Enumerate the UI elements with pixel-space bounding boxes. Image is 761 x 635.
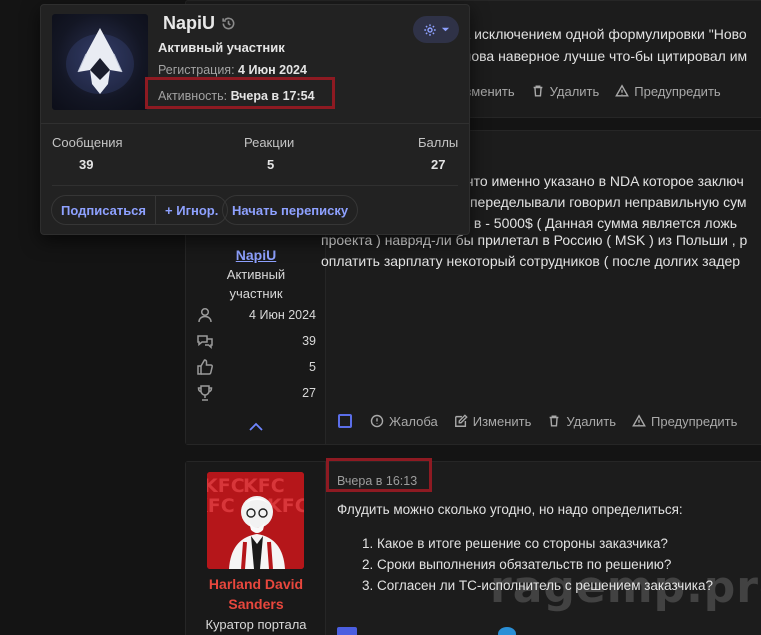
points-count: 27 — [302, 386, 316, 400]
edit-label: Изменить — [472, 413, 532, 429]
activity-label: Активность: — [158, 89, 228, 103]
delete-label: Удалить — [549, 83, 600, 99]
trash-icon — [533, 85, 543, 97]
thumbs-up-icon — [197, 359, 213, 375]
avatar-kfc-text-1: KFC — [207, 475, 245, 497]
report-label: Жалоба — [389, 413, 438, 429]
report-icon — [370, 414, 384, 428]
activity-value: Вчера в 17:54 — [230, 89, 315, 103]
history-icon — [222, 17, 235, 30]
avatar-kfc-text-2: KFC — [243, 475, 285, 497]
post-3-intro: Флудить можно сколько угодно, но надо оп… — [337, 502, 683, 517]
comments-icon — [197, 335, 213, 350]
user-icon — [198, 307, 212, 323]
warning-icon — [615, 84, 630, 97]
post-1-line-1: за исключением одной формулировки "Ново — [456, 26, 747, 42]
user-profile-popup: NapiU Активный участник Регистрация: 4 И… — [40, 4, 470, 235]
post-2-actions: Жалоба Изменить Удалить Предупредить — [338, 411, 753, 431]
post-2-report-button[interactable]: Жалоба — [370, 414, 438, 429]
post-2-delete-button[interactable]: Удалить — [547, 414, 616, 429]
stat-messages: 39 — [196, 331, 316, 351]
popup-reactions-label: Реакции — [244, 135, 295, 150]
forum-thread-page: за исключением одной формулировки "Ново … — [0, 0, 761, 635]
gear-icon — [423, 23, 436, 36]
post-2-user-title-1: Активный — [226, 267, 286, 282]
stat-reactions: 5 — [196, 357, 316, 377]
warning-icon — [632, 414, 646, 427]
post-2-line-1: т что именно указано в NDA которое заклю… — [456, 173, 744, 189]
popup-activity: Активность: Вчера в 17:54 — [158, 89, 315, 103]
chevron-up-icon[interactable] — [248, 421, 264, 433]
popup-avatar[interactable] — [52, 14, 148, 110]
ignore-button[interactable]: + Игнор. — [155, 196, 227, 224]
popup-username-text: NapiU — [163, 13, 216, 33]
popup-follow-ignore-group: Подписаться + Игнор. — [51, 195, 229, 225]
popup-points-value[interactable]: 27 — [431, 157, 445, 172]
popup-settings-button[interactable] — [413, 16, 459, 43]
messages-count: 39 — [302, 334, 316, 348]
registration-label: Регистрация: — [158, 63, 235, 77]
ghost-avatar-image — [66, 28, 134, 94]
curator-name-line-1[interactable]: Harland David — [186, 574, 326, 594]
reactions-count: 5 — [309, 360, 316, 374]
popup-reactions-value[interactable]: 5 — [267, 157, 274, 172]
popup-registration: Регистрация: 4 Июн 2024 — [158, 63, 307, 77]
follow-button[interactable]: Подписаться — [52, 196, 155, 224]
popup-user-title: Активный участник — [158, 40, 285, 55]
curator-name-line-2[interactable]: Sanders — [186, 594, 326, 614]
post-2-user-title-2: участник — [229, 286, 283, 301]
curator-title: Куратор портала — [205, 617, 307, 632]
trash-icon — [549, 415, 559, 427]
post-3-user-column: KFC KFC KFC KFC Harland David Sanders Ку… — [186, 462, 326, 635]
kfc-avatar-image: KFC KFC KFC KFC — [207, 472, 304, 569]
post-2-line-2: ы переделывали говорил неправильную сум — [456, 194, 747, 210]
registration-date: 4 Июн 2024 — [249, 308, 316, 322]
start-conversation-button[interactable]: Начать переписку — [222, 195, 359, 225]
watermark: ragemp.pro — [490, 562, 761, 613]
delete-label: Удалить — [566, 413, 616, 429]
curator-avatar[interactable]: KFC KFC KFC KFC — [207, 472, 304, 569]
trophy-icon — [197, 385, 213, 401]
post-1-warn-button[interactable]: Предупредить — [615, 83, 721, 99]
post-2-line-5: оплатить зарплату некоторый сотрудников … — [321, 253, 741, 269]
post-1-actions: Изменить Удалить Предупредить — [456, 81, 737, 101]
telegram-icon[interactable] — [498, 627, 516, 635]
popup-divider — [41, 123, 469, 124]
bottom-partial-icon — [337, 627, 357, 635]
post-2-line-3: та в - 5000$ ( Данная сумма является лож… — [456, 215, 738, 231]
warn-label: Предупредить — [651, 413, 738, 429]
avatar-kfc-text-3: KFC — [207, 495, 235, 517]
stat-registration: 4 Июн 2024 — [196, 305, 316, 325]
popup-messages-label: Сообщения — [52, 135, 123, 150]
popup-messages-value[interactable]: 39 — [79, 157, 93, 172]
post-1-line-2: слова наверное лучше что-бы цитировал им — [456, 48, 748, 64]
post-3-time-link[interactable]: Вчера в 16:13 — [337, 474, 417, 488]
edit-icon — [454, 414, 468, 427]
question-1: Какое в итоге решение со стороны заказчи… — [377, 533, 713, 554]
post-2-warn-button[interactable]: Предупредить — [632, 414, 737, 429]
post-1-delete-button[interactable]: Удалить — [531, 83, 600, 99]
warn-label: Предупредить — [634, 83, 721, 99]
stat-points: 27 — [196, 383, 316, 403]
popup-divider-2 — [52, 185, 458, 186]
post-2-edit-button[interactable]: Изменить — [454, 413, 532, 429]
popup-username[interactable]: NapiU — [163, 13, 236, 34]
post-2-username-link[interactable]: NapiU — [186, 247, 326, 263]
caret-down-icon — [441, 27, 449, 32]
registration-value: 4 Июн 2024 — [238, 63, 307, 77]
select-post-checkbox[interactable] — [338, 414, 352, 428]
popup-points-label: Баллы — [418, 135, 459, 150]
